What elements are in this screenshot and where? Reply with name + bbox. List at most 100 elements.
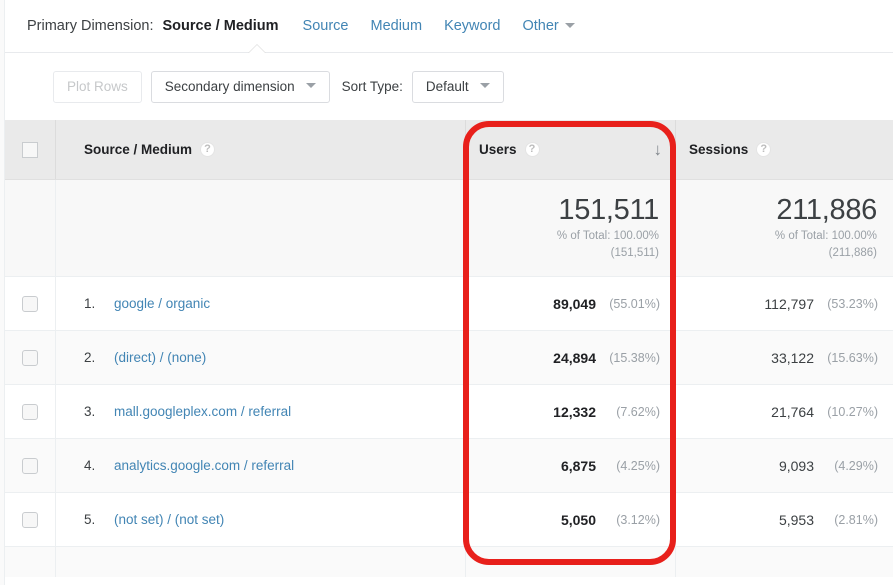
help-icon[interactable]: ? xyxy=(524,142,540,157)
row-sessions-cell: 9,093 (4.29%) xyxy=(675,439,893,492)
row-index: 3. xyxy=(84,404,96,419)
chevron-down-icon xyxy=(479,83,490,88)
summary-sessions-cell: 211,886 % of Total: 100.00% (211,886) xyxy=(675,180,893,276)
row-checkbox[interactable] xyxy=(22,403,38,420)
row-checkbox[interactable] xyxy=(22,295,38,312)
secondary-dimension-button[interactable]: Secondary dimension xyxy=(150,70,330,103)
row-checkbox[interactable] xyxy=(22,349,38,366)
primary-dimension-tab-source-medium[interactable]: Source / Medium xyxy=(163,18,279,34)
row-users-cell: 24,894 (15.38%) xyxy=(465,331,675,384)
sort-type-value: Default xyxy=(425,79,469,94)
row-checkbox-cell xyxy=(5,277,56,330)
column-header-label: Source / Medium xyxy=(84,142,193,157)
column-header-source-medium[interactable]: Source / Medium ? xyxy=(56,120,465,179)
row-checkbox-cell xyxy=(5,385,56,438)
active-tab-notch-icon xyxy=(248,45,266,54)
row-sessions-cell: 21,764 (10.27%) xyxy=(675,385,893,438)
summary-users-pct: % of Total: 100.00% xyxy=(556,229,659,242)
table-header-row: Source / Medium ? Users ? ↓ Sessions ? xyxy=(5,120,893,180)
row-dimension-link[interactable]: analytics.google.com / referral xyxy=(114,458,294,473)
table-row[interactable]: 2. (direct) / (none) 24,894 (15.38%) 33,… xyxy=(5,331,893,385)
row-sessions-value: 33,122 xyxy=(771,349,814,366)
row-users-pct: (55.01%) xyxy=(609,296,660,311)
summary-users-value: 151,511 xyxy=(558,194,659,227)
sort-type-select[interactable]: Default xyxy=(411,70,504,103)
column-header-users[interactable]: Users ? ↓ xyxy=(465,120,675,179)
primary-dimension-tab-medium[interactable]: Medium xyxy=(370,18,422,34)
secondary-dimension-label: Secondary dimension xyxy=(164,79,295,94)
summary-users-total: (151,511) xyxy=(610,247,659,260)
row-users-cell: 12,332 (7.62%) xyxy=(465,385,675,438)
table-row[interactable]: 3. mall.googleplex.com / referral 12,332… xyxy=(5,385,893,439)
row-dimension-link[interactable]: (not set) / (not set) xyxy=(114,512,224,527)
row-dimension-link[interactable]: mall.googleplex.com / referral xyxy=(114,404,291,419)
summary-dimension-cell xyxy=(56,180,465,276)
table-row[interactable]: 4. analytics.google.com / referral 6,875… xyxy=(5,439,893,493)
row-index: 2. xyxy=(84,350,96,365)
row-dimension-cell: 4. analytics.google.com / referral xyxy=(56,439,465,492)
primary-dimension-tab-keyword[interactable]: Keyword xyxy=(444,18,500,34)
row-users-cell xyxy=(465,547,675,577)
row-users-pct: (7.62%) xyxy=(616,404,660,419)
help-icon[interactable]: ? xyxy=(200,142,216,157)
column-header-sessions[interactable]: Sessions ? xyxy=(675,120,893,179)
chevron-down-icon[interactable] xyxy=(564,22,575,28)
primary-dimension-tab-other[interactable]: Other xyxy=(522,18,558,34)
select-all-cell xyxy=(5,120,56,179)
row-sessions-value: 9,093 xyxy=(778,457,814,474)
table-header: Source / Medium ? Users ? ↓ Sessions ? xyxy=(5,120,893,180)
row-checkbox-cell xyxy=(5,331,56,384)
select-all-checkbox[interactable] xyxy=(22,141,38,158)
row-sessions-pct: (4.29%) xyxy=(834,458,878,473)
primary-dimension-label: Primary Dimension: xyxy=(27,18,154,34)
row-checkbox-cell xyxy=(5,547,56,577)
summary-sessions-total: (211,886) xyxy=(828,247,877,260)
table-body: 1. google / organic 89,049 (55.01%) 112,… xyxy=(5,277,893,577)
table-row[interactable]: 1. google / organic 89,049 (55.01%) 112,… xyxy=(5,277,893,331)
row-sessions-pct: (53.23%) xyxy=(827,296,878,311)
sort-type-label: Sort Type: xyxy=(341,79,403,94)
row-checkbox[interactable] xyxy=(22,457,38,474)
summary-sessions-pct: % of Total: 100.00% xyxy=(774,229,877,242)
row-checkbox[interactable] xyxy=(22,511,38,528)
row-users-cell: 6,875 (4.25%) xyxy=(465,439,675,492)
table-toolbar: Plot Rows Secondary dimension Sort Type:… xyxy=(5,53,893,120)
row-checkbox-cell xyxy=(5,439,56,492)
row-sessions-pct: (2.81%) xyxy=(834,512,878,527)
row-users-value: 89,049 xyxy=(553,295,596,312)
row-sessions-pct: (10.27%) xyxy=(827,404,878,419)
row-sessions-value: 5,953 xyxy=(778,511,814,528)
table-row[interactable]: 5. (not set) / (not set) 5,050 (3.12%) 5… xyxy=(5,493,893,547)
help-icon[interactable]: ? xyxy=(756,142,772,157)
summary-sessions-value: 211,886 xyxy=(776,194,877,227)
summary-checkbox-cell xyxy=(5,180,56,276)
analytics-acquisition-table-screen: Primary Dimension: Source / Medium Sourc… xyxy=(0,0,893,585)
row-dimension-link[interactable]: google / organic xyxy=(114,296,210,311)
column-header-label: Sessions xyxy=(689,142,749,157)
plot-rows-label: Plot Rows xyxy=(67,79,128,94)
primary-dimension-tab-source[interactable]: Source xyxy=(303,18,349,34)
row-users-value: 12,332 xyxy=(553,403,596,420)
row-sessions-value: 21,764 xyxy=(771,403,814,420)
row-users-pct: (4.25%) xyxy=(616,458,660,473)
plot-rows-button[interactable]: Plot Rows xyxy=(53,70,142,103)
table-row-partial[interactable] xyxy=(5,547,893,577)
row-dimension-cell: 3. mall.googleplex.com / referral xyxy=(56,385,465,438)
row-users-value: 6,875 xyxy=(560,457,596,474)
sort-descending-icon[interactable]: ↓ xyxy=(654,141,663,158)
row-dimension-cell: 5. (not set) / (not set) xyxy=(56,493,465,546)
chevron-down-icon xyxy=(305,83,316,88)
row-sessions-cell: 5,953 (2.81%) xyxy=(675,493,893,546)
row-checkbox-cell xyxy=(5,493,56,546)
row-dimension-link[interactable]: (direct) / (none) xyxy=(114,350,206,365)
column-header-label: Users xyxy=(479,142,517,157)
row-dimension-cell xyxy=(56,547,465,577)
row-users-value: 24,894 xyxy=(553,349,596,366)
row-sessions-cell: 33,122 (15.63%) xyxy=(675,331,893,384)
row-index: 5. xyxy=(84,512,96,527)
row-index: 4. xyxy=(84,458,96,473)
row-sessions-cell: 112,797 (53.23%) xyxy=(675,277,893,330)
primary-dimension-bar: Primary Dimension: Source / Medium Sourc… xyxy=(5,0,893,53)
table-summary: 151,511 % of Total: 100.00% (151,511) 21… xyxy=(5,180,893,277)
row-sessions-cell xyxy=(675,547,893,577)
